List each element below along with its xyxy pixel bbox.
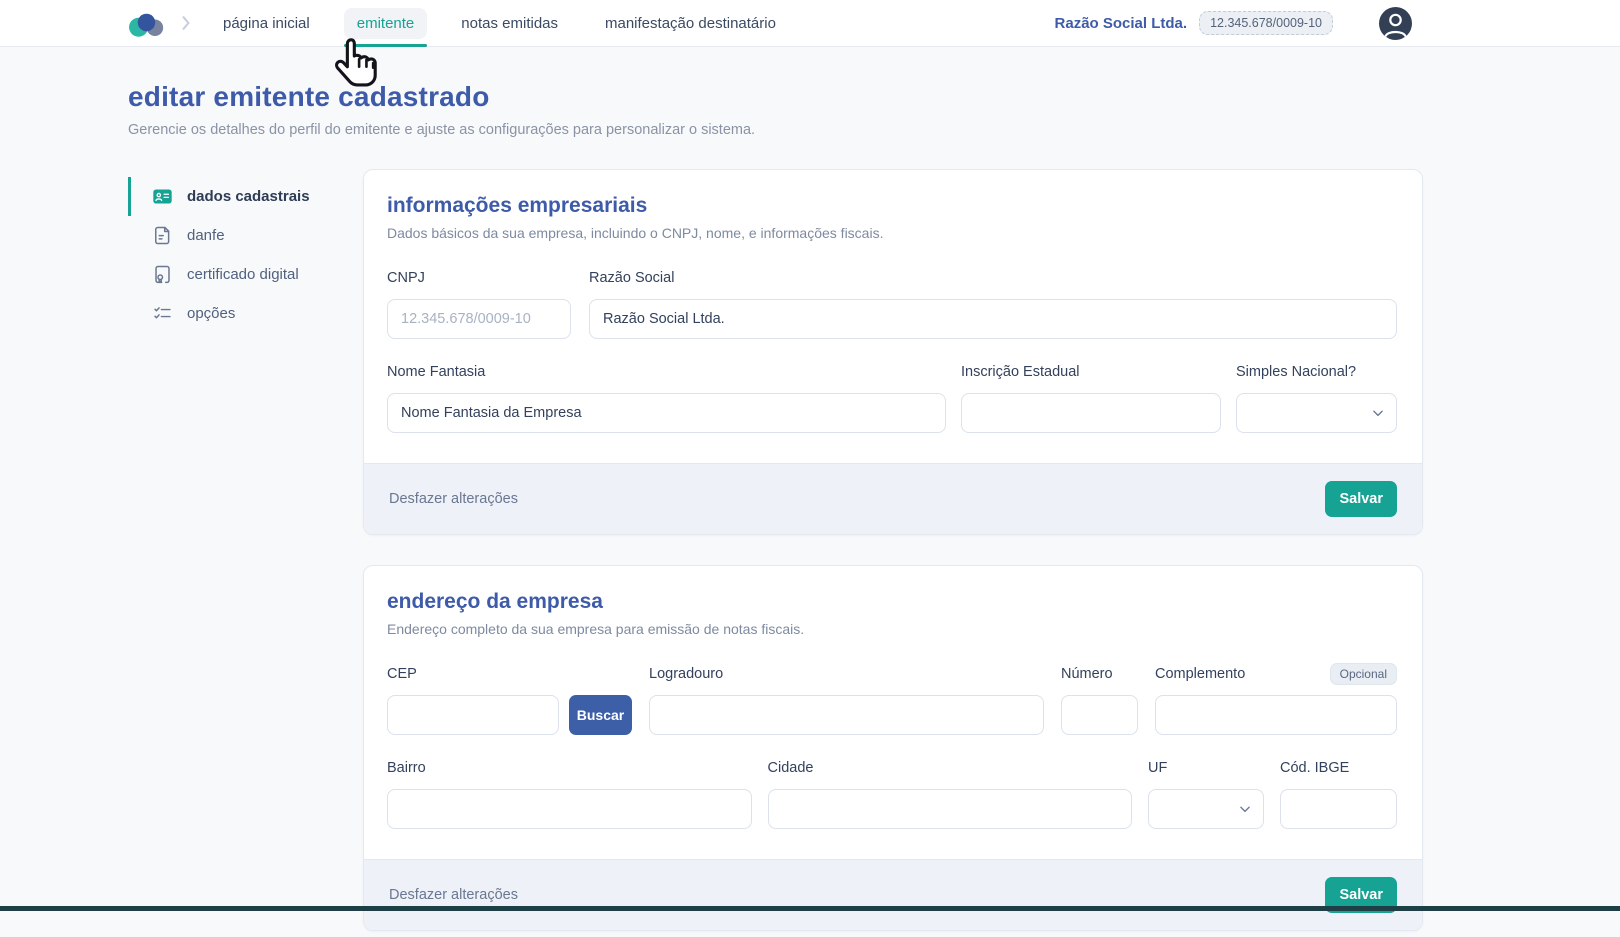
cloud-logo-icon[interactable] <box>128 7 166 39</box>
numero-field[interactable] <box>1061 695 1138 735</box>
sidebar-item-opcoes[interactable]: opções <box>128 294 363 333</box>
save-button[interactable]: Salvar <box>1325 481 1397 517</box>
bairro-field[interactable] <box>387 789 752 829</box>
cnpj-badge: 12.345.678/0009-10 <box>1199 11 1333 35</box>
razao-social-label: Razão Social <box>589 270 674 286</box>
complemento-label: Complemento <box>1155 666 1245 682</box>
window-bottom-edge <box>0 906 1620 911</box>
nav-link-pagina-inicial[interactable]: página inicial <box>210 0 323 47</box>
company-address-card: endereço da empresa Endereço completo da… <box>363 565 1423 931</box>
numero-label: Número <box>1061 666 1113 682</box>
top-navbar: página inicial emitente notas emitidas m… <box>0 0 1620 47</box>
inscricao-estadual-field[interactable] <box>961 393 1221 433</box>
card-subtitle: Endereço completo da sua empresa para em… <box>387 621 1397 637</box>
checklist-icon <box>152 303 173 324</box>
inscricao-estadual-label: Inscrição Estadual <box>961 364 1079 380</box>
nome-fantasia-label: Nome Fantasia <box>387 364 485 380</box>
nav-link-label: página inicial <box>210 8 323 39</box>
sidebar-item-danfe[interactable]: danfe <box>128 216 363 255</box>
user-avatar-icon[interactable] <box>1379 7 1412 40</box>
nav-link-label: manifestação destinatário <box>592 8 789 39</box>
razao-social-field[interactable] <box>589 299 1397 339</box>
sidebar-item-label: opções <box>187 305 235 322</box>
simples-nacional-select[interactable] <box>1236 393 1397 433</box>
cidade-field[interactable] <box>768 789 1133 829</box>
company-card-footer: Desfazer alterações Salvar <box>364 463 1422 534</box>
nav-link-label: emitente <box>344 8 428 39</box>
cidade-label: Cidade <box>768 760 814 776</box>
sidebar-item-label: certificado digital <box>187 266 299 283</box>
page-title: editar emitente cadastrado <box>128 81 1620 113</box>
logradouro-label: Logradouro <box>649 666 723 682</box>
undo-changes-link[interactable]: Desfazer alterações <box>389 491 518 507</box>
nav-link-label: notas emitidas <box>448 8 571 39</box>
company-name: Razão Social Ltda. <box>1055 15 1188 32</box>
card-title: endereço da empresa <box>387 590 1397 614</box>
sidebar-item-label: danfe <box>187 227 225 244</box>
cep-field[interactable] <box>387 695 559 735</box>
cod-ibge-field[interactable] <box>1280 789 1397 829</box>
nav-link-manifestacao-destinatario[interactable]: manifestação destinatário <box>592 0 789 47</box>
sidebar-item-dados-cadastrais[interactable]: dados cadastrais <box>128 177 363 216</box>
buscar-cep-button[interactable]: Buscar <box>569 695 632 735</box>
chevron-right-icon <box>176 13 196 33</box>
logradouro-field[interactable] <box>649 695 1044 735</box>
uf-select[interactable] <box>1148 789 1264 829</box>
simples-nacional-label: Simples Nacional? <box>1236 364 1356 380</box>
cnpj-label: CNPJ <box>387 270 425 286</box>
page-subtitle: Gerencie os detalhes do perfil do emiten… <box>128 122 1620 138</box>
nome-fantasia-field[interactable] <box>387 393 946 433</box>
card-subtitle: Dados básicos da sua empresa, incluindo … <box>387 225 1397 241</box>
uf-label: UF <box>1148 760 1167 776</box>
optional-badge: Opcional <box>1330 663 1397 685</box>
settings-sidebar: dados cadastrais danfe certificado dig <box>128 169 363 333</box>
cod-ibge-label: Cód. IBGE <box>1280 760 1349 776</box>
certificate-icon <box>152 264 173 285</box>
sidebar-item-certificado-digital[interactable]: certificado digital <box>128 255 363 294</box>
nav-link-emitente[interactable]: emitente <box>344 0 428 47</box>
document-icon <box>152 225 173 246</box>
address-card-footer: Desfazer alterações Salvar <box>364 859 1422 930</box>
undo-changes-link[interactable]: Desfazer alterações <box>389 887 518 903</box>
bairro-label: Bairro <box>387 760 426 776</box>
company-info-card: informações empresariais Dados básicos d… <box>363 169 1423 535</box>
sidebar-item-label: dados cadastrais <box>187 188 310 205</box>
card-title: informações empresariais <box>387 194 1397 218</box>
cnpj-field[interactable] <box>387 299 571 339</box>
id-card-icon <box>152 186 173 207</box>
cep-label: CEP <box>387 666 417 682</box>
complemento-field[interactable] <box>1155 695 1397 735</box>
nav-link-notas-emitidas[interactable]: notas emitidas <box>448 0 571 47</box>
